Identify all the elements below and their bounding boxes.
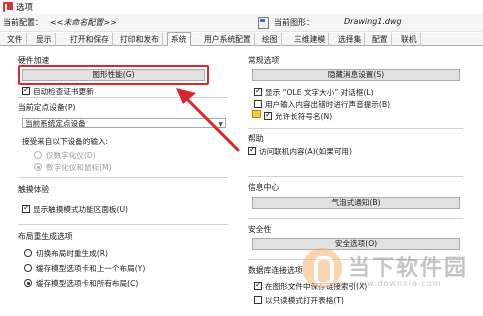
watermark-url: www.downxia.com xyxy=(352,279,442,288)
arrow-head xyxy=(176,88,196,104)
watermark-text: 当下软件园 xyxy=(348,256,469,281)
arrow-shaft xyxy=(182,94,240,152)
watermark-logo xyxy=(302,248,342,288)
